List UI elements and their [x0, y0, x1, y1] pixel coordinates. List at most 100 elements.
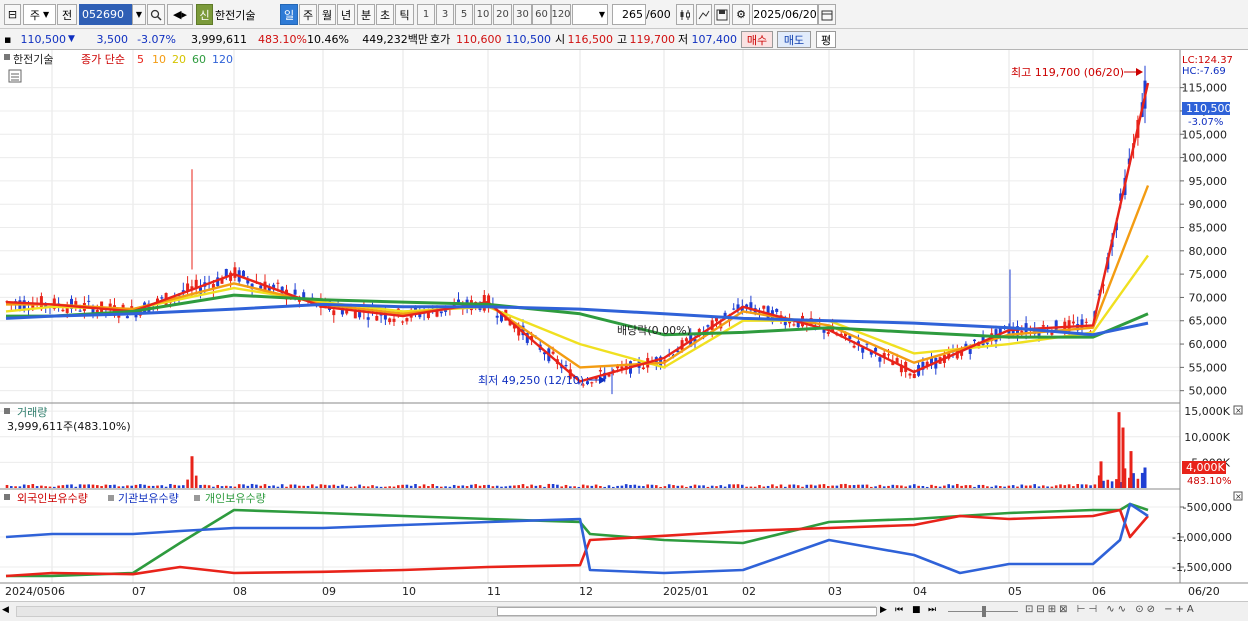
- scroll-track[interactable]: [16, 606, 877, 617]
- volume-tick-label: 10,000K: [1184, 431, 1230, 444]
- interval-1-button[interactable]: 1: [417, 4, 435, 25]
- period-minute-button[interactable]: 분: [357, 4, 375, 25]
- bottom-tool-icons[interactable]: ⊡⊟⊞⊠ ⊢⊣ ∿∿ ⊙⊘ −+A: [1025, 604, 1225, 615]
- zoom-slider-handle[interactable]: [982, 606, 986, 617]
- price-tick-label: 95,000: [1189, 175, 1228, 188]
- buy-button[interactable]: 매수: [741, 31, 773, 48]
- forward-button[interactable]: ⏭: [928, 605, 942, 615]
- quote-menu-icon[interactable]: ▪: [4, 31, 12, 48]
- candle-type-icon[interactable]: [676, 4, 694, 25]
- save-icon[interactable]: [714, 4, 730, 25]
- price-tick-label: 100,000: [1182, 152, 1228, 165]
- legend-ma5: 5: [137, 53, 144, 66]
- window-menu-icon[interactable]: ⊟: [4, 4, 21, 25]
- volume-tick-label: 15,000K: [1184, 405, 1230, 418]
- holding-tick-label: -1,000,000: [1172, 531, 1232, 544]
- price-tick-label: 55,000: [1189, 361, 1228, 374]
- volume-pct-text: 483.10%: [1187, 476, 1232, 487]
- lc-label: LC:124.37: [1182, 55, 1233, 66]
- x-axis-right-label: 06/20: [1188, 585, 1220, 598]
- price-tick-label: 85,000: [1189, 222, 1228, 235]
- chart-area[interactable]: 한전기술 종가 단순 5 10 20 60 120 최고 119,700 (06…: [0, 50, 1248, 601]
- current-price-tag-text: 110,500: [1186, 102, 1232, 115]
- hoga-label: 호가: [430, 33, 451, 46]
- scroll-thumb[interactable]: [497, 607, 877, 616]
- x-axis-label: 11: [487, 585, 501, 598]
- prev-button[interactable]: 전: [57, 4, 77, 25]
- ask-price: 110,600: [456, 33, 502, 46]
- gear-icon[interactable]: ⚙: [732, 4, 750, 25]
- count-max: /600: [646, 8, 671, 21]
- high-price: 119,700: [629, 33, 676, 46]
- low-label: 저: [678, 33, 689, 46]
- interval-20-button[interactable]: 20: [493, 4, 512, 25]
- code-dropdown-icon[interactable]: ▼: [132, 4, 146, 25]
- stock-code-input[interactable]: 052690: [79, 4, 132, 25]
- stock-name-text: 한전기술: [215, 8, 256, 22]
- x-axis-label: 06: [1092, 585, 1106, 598]
- date-input[interactable]: 2025/06/20: [752, 4, 818, 25]
- volume-ratio: 483.10%: [258, 33, 307, 46]
- price-tick-label: 75,000: [1189, 268, 1228, 281]
- interval-custom-select[interactable]: ▼: [572, 4, 608, 25]
- scroll-right-button[interactable]: ▶: [880, 605, 892, 615]
- price-tick-label: 60,000: [1189, 338, 1228, 351]
- holding-legend-square-icon: [4, 494, 10, 500]
- search-icon[interactable]: [147, 4, 165, 25]
- rewind-button[interactable]: ⏮: [895, 605, 909, 615]
- low-annotation: 최저 49,250 (12/10): [478, 374, 584, 387]
- period-day-button[interactable]: 일: [280, 4, 298, 25]
- speaker-icon[interactable]: ◀▸: [167, 4, 193, 25]
- x-axis-label: 12: [579, 585, 593, 598]
- price-tick-label: 80,000: [1189, 245, 1228, 258]
- new-listing-badge: 신: [196, 4, 213, 25]
- svg-text:×: ×: [1235, 492, 1242, 501]
- x-axis-label: 08: [233, 585, 247, 598]
- volume-title: 거래량: [17, 406, 47, 419]
- x-axis-label: 09: [322, 585, 336, 598]
- legend-title: 종가 단순: [81, 53, 125, 66]
- interval-5-button[interactable]: 5: [455, 4, 473, 25]
- bid-price: 110,500: [505, 33, 552, 46]
- x-axis-label: 05: [1008, 585, 1022, 598]
- volume-tag-text: 4,000K: [1186, 461, 1225, 474]
- stop-button[interactable]: ■: [912, 605, 924, 615]
- period-tick-button[interactable]: 틱: [395, 4, 414, 25]
- holding-tick-label: -500,000: [1183, 501, 1232, 514]
- market-select[interactable]: 주 ▼: [23, 4, 56, 25]
- high-annotation: 최고 119,700 (06/20): [1011, 66, 1124, 79]
- evaluation-button[interactable]: 평: [816, 31, 836, 48]
- svg-text:×: ×: [1235, 406, 1242, 415]
- count-input[interactable]: 265: [612, 4, 646, 25]
- trade-amount: 449,232백만: [362, 33, 428, 46]
- top-toolbar: ⊟ 주 ▼ 전 052690 ▼ ◀▸ 신 한전기술 일 주 월 년 분 초 틱…: [0, 0, 1248, 29]
- interval-120-button[interactable]: 120: [551, 4, 571, 25]
- price-tick-label: 65,000: [1189, 315, 1228, 328]
- stock-chart[interactable]: 한전기술 종가 단순 5 10 20 60 120 최고 119,700 (06…: [0, 50, 1248, 601]
- ma-line-10: [6, 185, 1150, 369]
- legend-ma10: 10: [152, 53, 166, 66]
- open-price: 116,500: [567, 33, 614, 46]
- volume-value: 3,999,611주(483.10%): [7, 420, 131, 433]
- interval-30-button[interactable]: 30: [513, 4, 532, 25]
- x-axis-labels: 2024/05 06 07 08 09 10 11 12 2025/01 02 03 04 05 06: [5, 585, 1106, 598]
- legend-ma120: 120: [212, 53, 233, 66]
- x-axis-label: 02: [742, 585, 756, 598]
- price-change-pct: -3.07%: [137, 33, 176, 46]
- x-axis-label: 04: [913, 585, 927, 598]
- period-week-button[interactable]: 주: [299, 4, 317, 25]
- interval-60-button[interactable]: 60: [532, 4, 551, 25]
- chevron-down-icon: ▼: [42, 10, 50, 19]
- scroll-left-button[interactable]: ◀: [2, 605, 16, 618]
- draw-line-icon[interactable]: [696, 4, 712, 25]
- holding-tick-label: -1,500,000: [1172, 561, 1232, 574]
- calendar-icon[interactable]: [818, 4, 836, 25]
- interval-10-button[interactable]: 10: [474, 4, 492, 25]
- period-second-button[interactable]: 초: [376, 4, 394, 25]
- interval-3-button[interactable]: 3: [436, 4, 454, 25]
- period-year-button[interactable]: 년: [337, 4, 355, 25]
- x-axis-label: 06: [51, 585, 65, 598]
- sell-button[interactable]: 매도: [777, 31, 811, 48]
- ma-line-120: [5, 302, 1149, 337]
- period-month-button[interactable]: 월: [318, 4, 336, 25]
